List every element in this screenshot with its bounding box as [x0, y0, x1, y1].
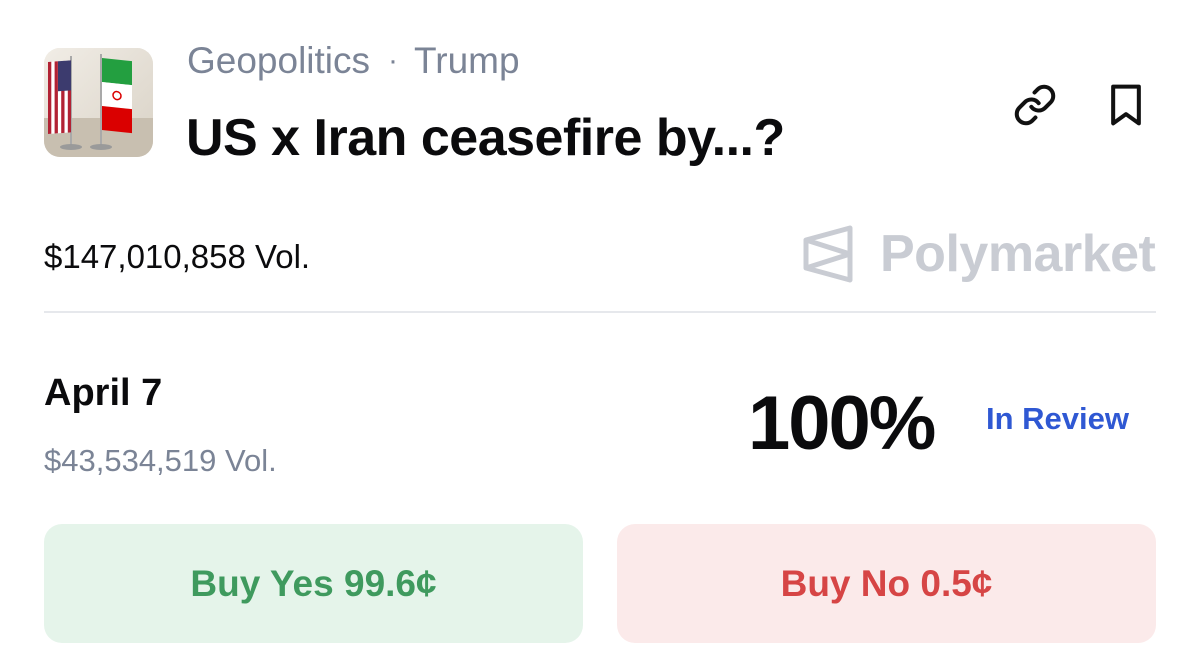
outcome-probability: 100%	[748, 381, 936, 466]
copy-link-button[interactable]	[1010, 80, 1060, 130]
market-title: US x Iran ceasefire by...?	[186, 109, 785, 167]
breadcrumb-category[interactable]: Geopolitics	[187, 40, 370, 82]
outcome-date: April 7	[44, 372, 163, 414]
divider	[44, 311, 1156, 313]
outcome-volume: $43,534,519 Vol.	[44, 443, 277, 478]
polymarket-brand: Polymarket	[800, 222, 1156, 286]
total-volume: $147,010,858 Vol.	[44, 238, 311, 275]
bookmark-icon	[1111, 84, 1141, 126]
buy-yes-button[interactable]: Buy Yes 99.6¢	[44, 524, 583, 643]
bookmark-button[interactable]	[1101, 80, 1151, 130]
polymarket-logo-icon	[803, 225, 853, 283]
link-icon	[1014, 84, 1056, 126]
buy-no-button[interactable]: Buy No 0.5¢	[617, 524, 1156, 643]
breadcrumb-tag[interactable]: Trump	[414, 40, 520, 82]
status-badge: In Review	[986, 401, 1129, 436]
brand-name: Polymarket	[880, 225, 1156, 283]
breadcrumb: Geopolitics · Trump	[187, 40, 520, 82]
market-thumbnail	[44, 48, 153, 157]
breadcrumb-separator: ·	[388, 44, 399, 77]
